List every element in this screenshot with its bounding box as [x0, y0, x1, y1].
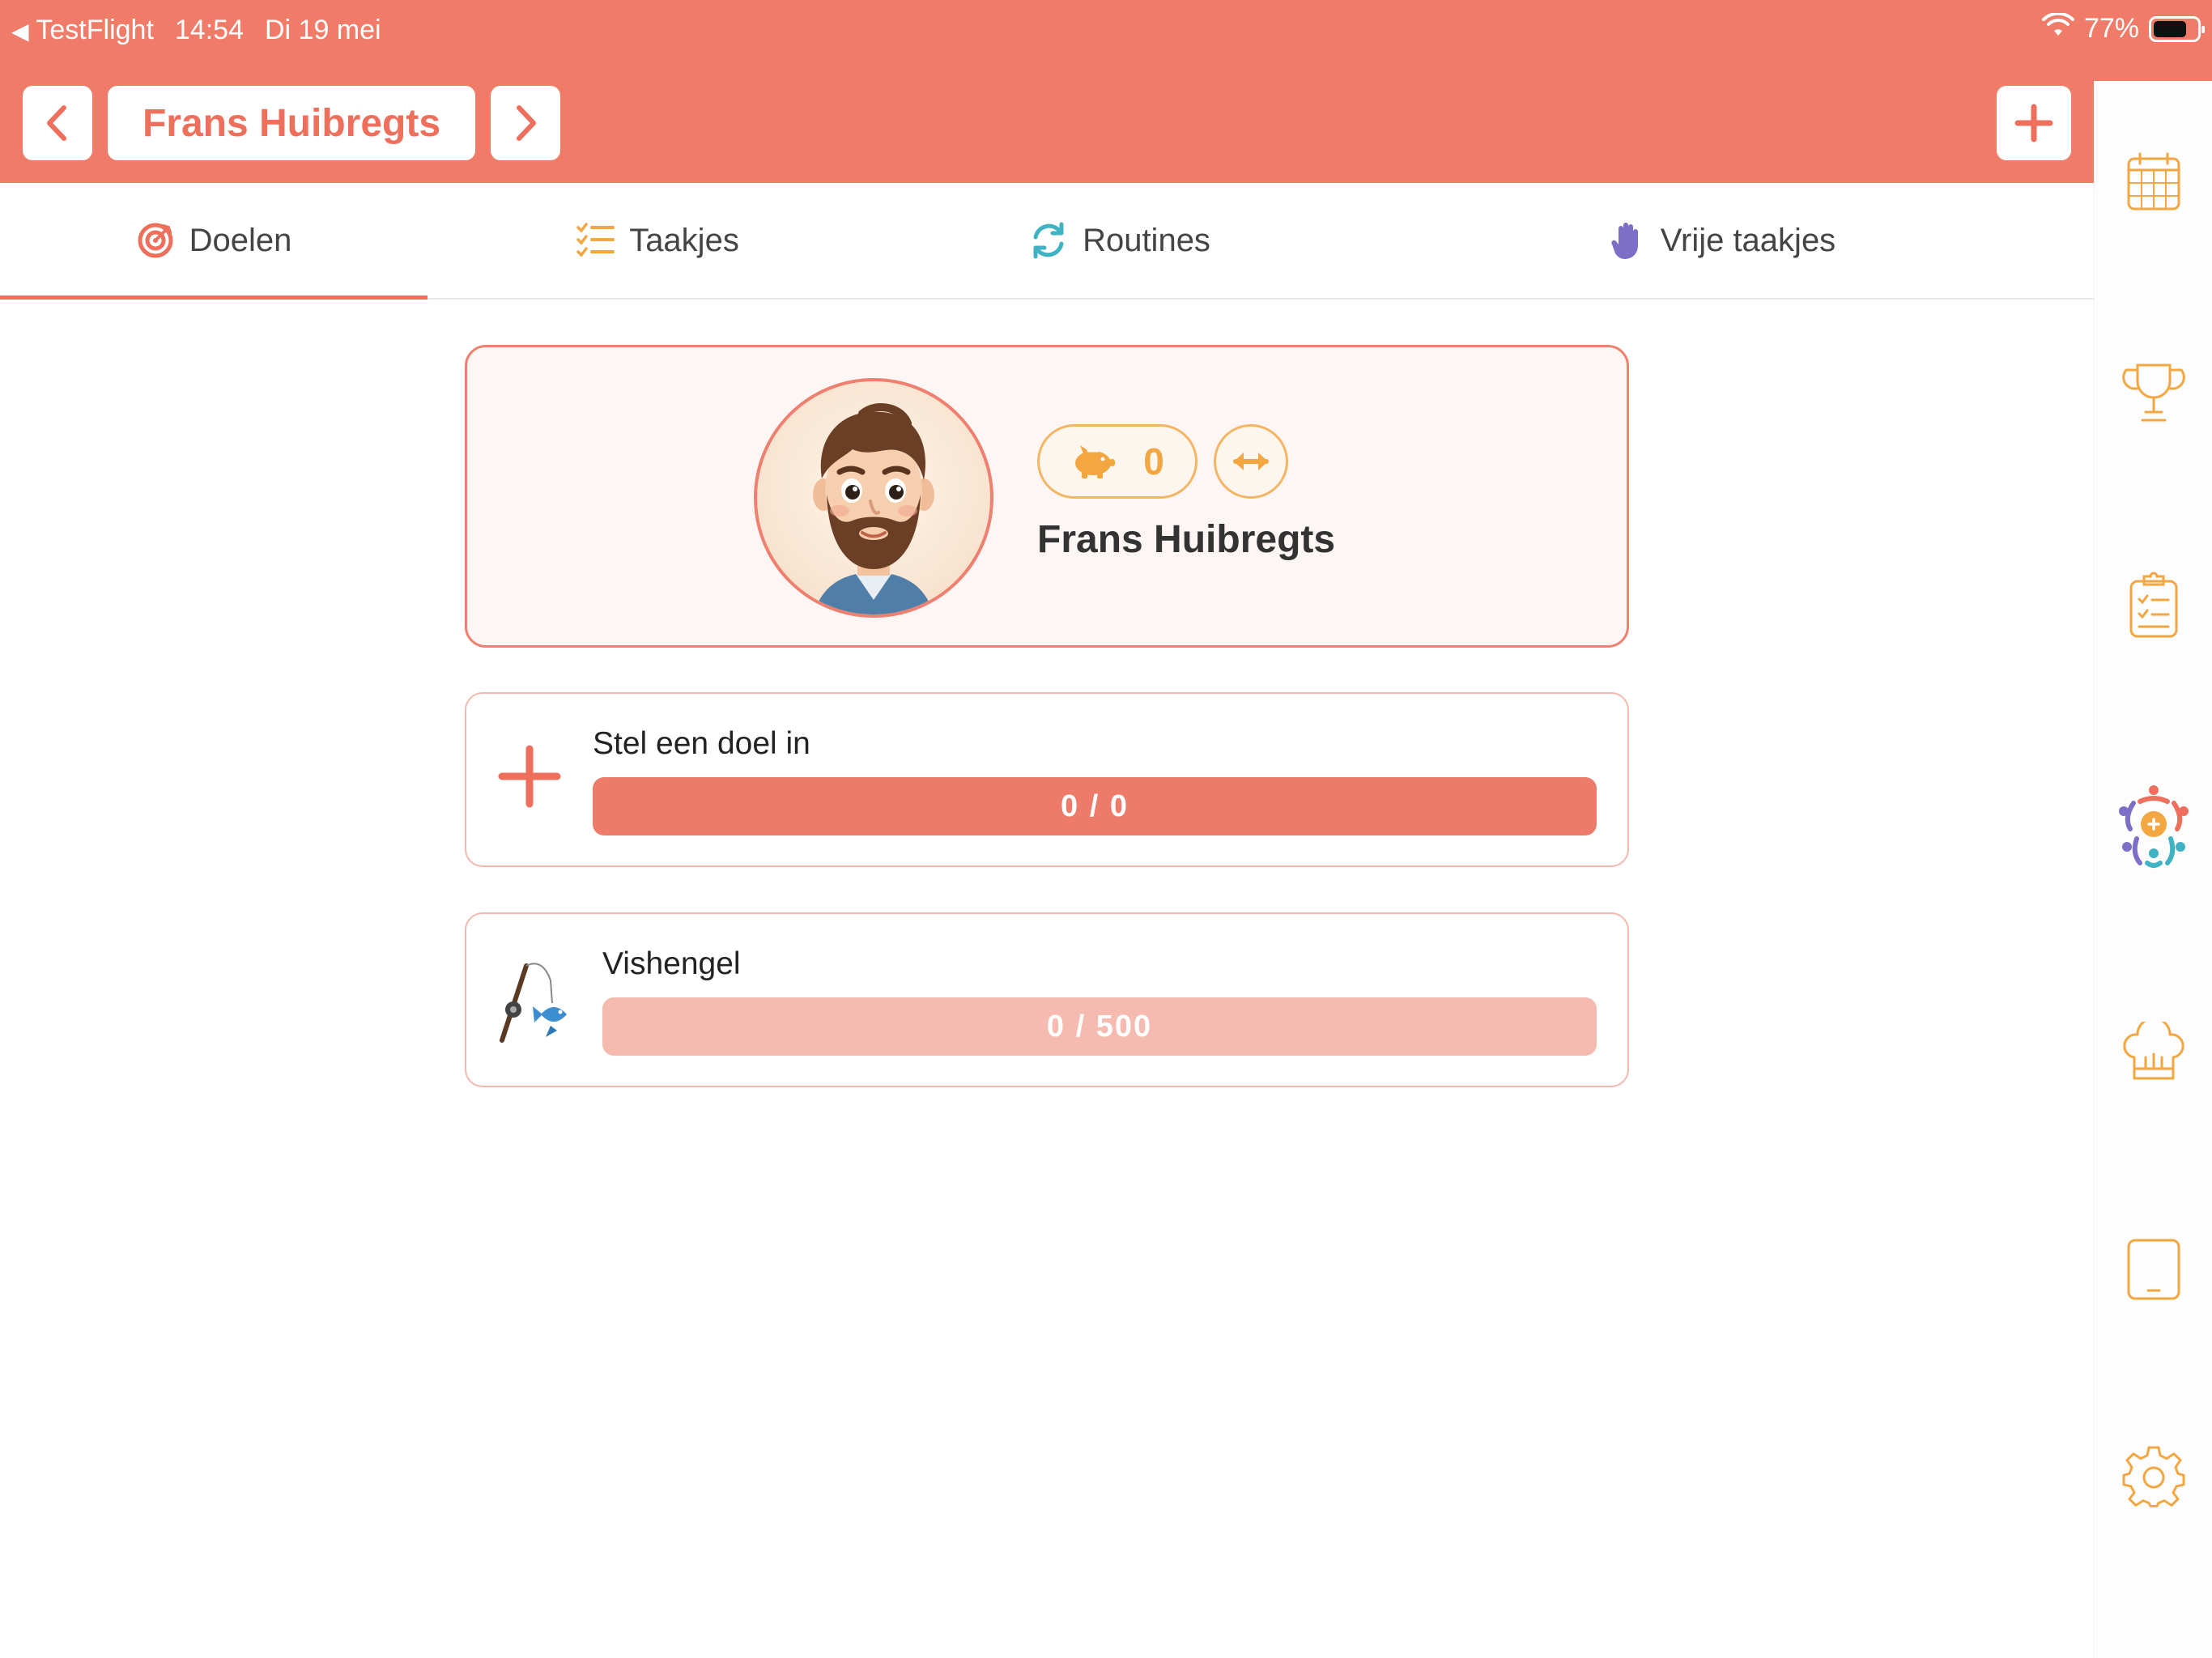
plus-icon	[498, 745, 561, 808]
back-to-app[interactable]: ◀ TestFlight	[11, 15, 154, 46]
trophy-icon	[2122, 363, 2185, 422]
battery-percent: 77%	[2083, 13, 2139, 44]
sidebar-item-trophy[interactable]	[2095, 360, 2212, 425]
tab-label: Doelen	[189, 222, 292, 258]
sidebar-item-calendar[interactable]	[2095, 151, 2212, 212]
goal-title: Stel een doel in	[593, 726, 810, 761]
right-sidebar	[2094, 81, 2212, 1658]
exchange-button[interactable]	[1214, 424, 1288, 499]
tab-label: Routines	[1083, 222, 1210, 258]
sidebar-item-settings[interactable]	[2095, 1446, 2212, 1509]
sidebar-item-clipboard[interactable]	[2095, 572, 2212, 640]
back-app-label: TestFlight	[36, 15, 154, 45]
previous-profile-button[interactable]	[23, 86, 92, 160]
goal-card-vishengel[interactable]: Vishengel 0 / 500	[465, 912, 1629, 1087]
piggy-bank-icon	[1075, 445, 1116, 478]
goal-card-new[interactable]: Stel een doel in 0 / 0	[465, 692, 1629, 867]
tab-routines[interactable]: Routines	[887, 183, 1352, 298]
sidebar-item-device[interactable]	[2095, 1237, 2212, 1302]
goal-progress-bar: 0 / 500	[602, 997, 1597, 1056]
avatar-illustration	[813, 403, 934, 614]
goal-title: Vishengel	[602, 946, 741, 981]
tab-taakjes[interactable]: Taakjes	[428, 183, 887, 298]
coin-balance[interactable]: 0	[1037, 424, 1197, 499]
chevron-left-icon	[47, 105, 66, 141]
refresh-icon	[1033, 222, 1064, 259]
status-date: Di 19 mei	[264, 15, 381, 45]
goal-progress-bar: 0 / 0	[593, 777, 1597, 835]
checklist-icon	[576, 223, 615, 257]
settings-icon	[2122, 1446, 2185, 1507]
fishing-rod-icon	[500, 963, 567, 1043]
tab-vrije-taakjes[interactable]: Vrije taakjes	[1352, 183, 2094, 298]
chef-hat-icon	[2123, 1022, 2184, 1080]
next-profile-button[interactable]	[491, 86, 560, 160]
add-button[interactable]	[1997, 86, 2071, 160]
tab-bar: Doelen Taakjes Routines Vrije taakjes	[0, 183, 2094, 300]
calendar-icon	[2127, 152, 2180, 210]
profile-name-button[interactable]: Frans Huibregts	[108, 86, 475, 160]
status-time: 14:54	[174, 15, 244, 45]
tab-label: Vrije taakjes	[1660, 222, 1836, 258]
target-icon	[138, 223, 173, 258]
arrows-left-right-icon	[1233, 453, 1269, 470]
avatar[interactable]	[754, 378, 993, 618]
status-right: 77%	[2041, 11, 2205, 45]
profile-name: Frans Huibregts	[1037, 518, 1336, 561]
coin-count: 0	[1143, 440, 1164, 483]
chevron-right-icon	[517, 105, 536, 141]
family-logo-icon	[2119, 785, 2189, 868]
status-bar: ◀ TestFlight 14:54 Di 19 mei 77%	[0, 0, 2212, 65]
plus-icon	[2014, 104, 2053, 142]
status-left: ◀ TestFlight 14:54 Di 19 mei	[11, 15, 381, 46]
back-triangle-icon: ◀	[11, 19, 29, 44]
profile-card: 0 Frans Huibregts	[465, 345, 1629, 648]
battery-icon	[2149, 15, 2205, 42]
sidebar-item-recipes[interactable]	[2095, 1022, 2212, 1083]
clipboard-icon	[2129, 572, 2178, 638]
wifi-icon	[2041, 11, 2074, 45]
tab-label: Taakjes	[629, 222, 739, 258]
hand-icon	[1611, 223, 1638, 259]
tablet-icon	[2127, 1239, 2180, 1300]
sidebar-item-home-logo[interactable]	[2095, 779, 2212, 869]
tab-doelen[interactable]: Doelen	[0, 183, 428, 300]
